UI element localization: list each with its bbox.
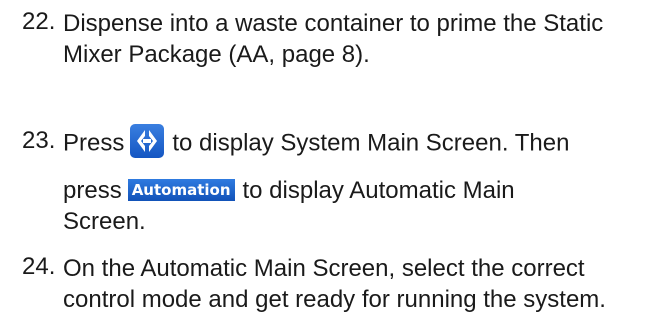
step-text: Dispense into a waste container to prime… (63, 8, 662, 70)
step-number: 24. (22, 253, 56, 280)
step-line: On the Automatic Main Screen, select the… (63, 255, 585, 282)
step-line: Press to display System Main Screen. The… (63, 124, 662, 161)
graco-home-icon[interactable] (130, 124, 165, 158)
step-24: 24. On the Automatic Main Screen, select… (22, 253, 662, 315)
step-text: On the Automatic Main Screen, select the… (63, 253, 662, 315)
step-line: Mixer Package (AA, page 8). (63, 41, 370, 68)
step-number: 23. (22, 127, 56, 154)
step-line: Screen. (63, 208, 146, 235)
step-line: Dispense into a waste container to prime… (63, 10, 604, 37)
press-text: press (63, 177, 122, 204)
step-text-fragment: to display Automatic Main (242, 177, 515, 204)
step-line: press Automation to display Automatic Main (63, 175, 662, 206)
step-text: Press to display System Main Screen. The… (63, 124, 662, 237)
step-22: 22. Dispense into a waste container to p… (22, 8, 662, 70)
press-text: Press (63, 129, 125, 157)
automation-button[interactable]: Automation (127, 178, 235, 201)
step-line: control mode and get ready for running t… (63, 286, 606, 313)
step-text-fragment: to display System Main Screen. Then (172, 129, 570, 157)
step-23: 23. Press to display System Main Screen.… (22, 124, 662, 237)
step-number: 22. (22, 8, 56, 35)
